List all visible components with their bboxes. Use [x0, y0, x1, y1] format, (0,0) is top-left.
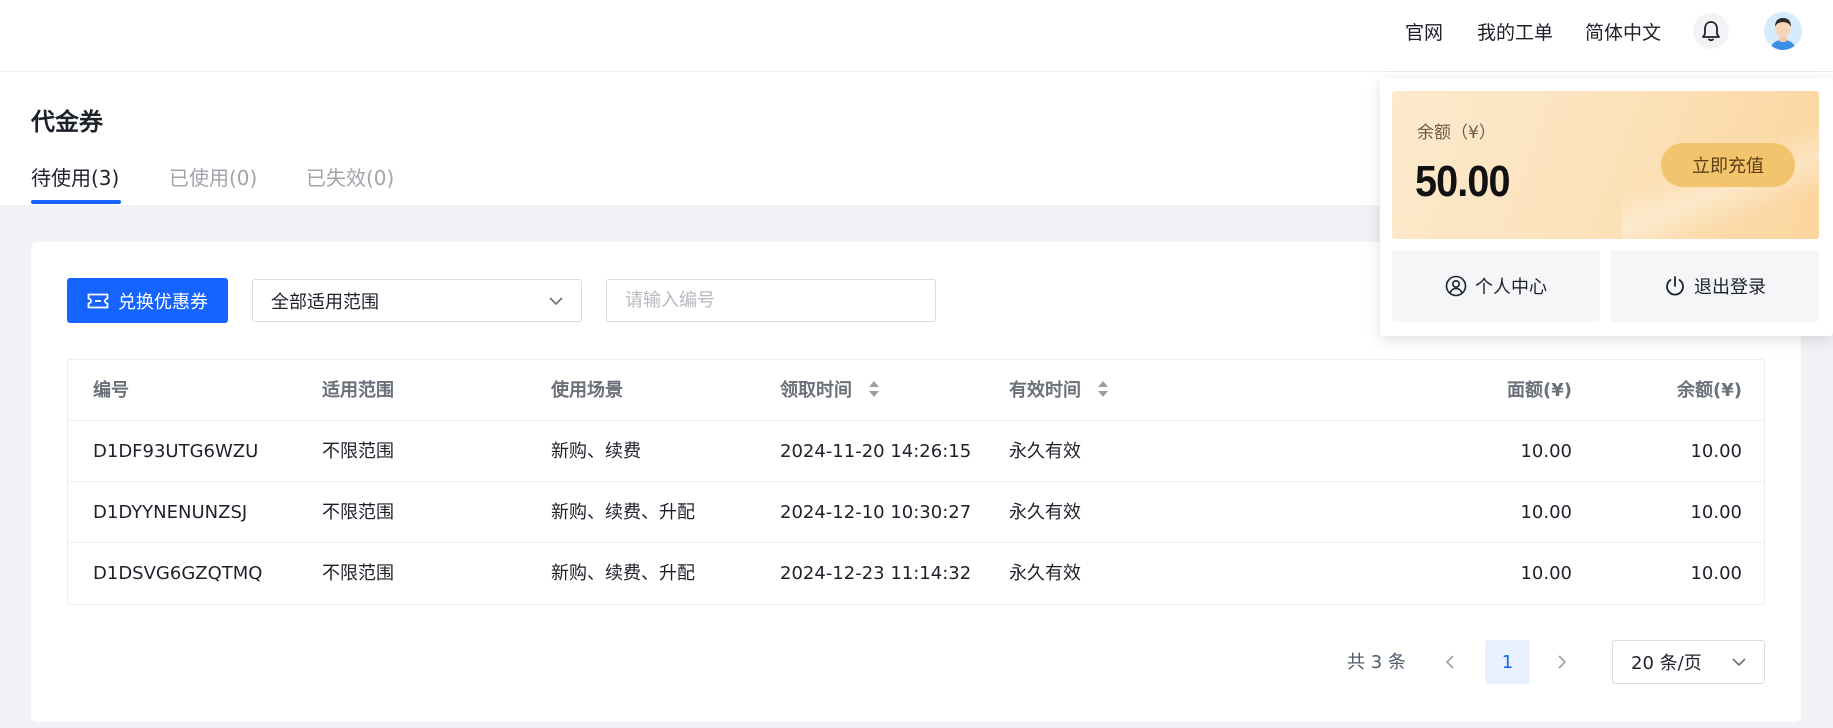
chevron-down-icon [549, 296, 563, 305]
chevron-right-icon [1558, 655, 1566, 669]
balance-amount: 50.00 [1415, 157, 1510, 206]
tab-pending[interactable]: 待使用(3) [31, 162, 119, 191]
header-number: 编号 [93, 380, 129, 401]
header-scope: 适用范围 [322, 380, 394, 401]
cell-claim-time: 2024-11-20 14:26:15 [780, 441, 972, 462]
cell-number: D1DF93UTG6WZU [93, 441, 259, 462]
avatar-icon [1764, 12, 1802, 50]
balance-label: 余额（¥） [1417, 123, 1496, 143]
cell-scope: 不限范围 [322, 441, 394, 462]
pagination-total: 共 3 条 [1347, 652, 1406, 673]
nav-link-my-tickets[interactable]: 我的工单 [1477, 18, 1553, 45]
table-row: D1DSVG6GZQTMQ 不限范围 新购、续费、升配 2024-12-23 1… [68, 543, 1764, 604]
page-number-current[interactable]: 1 [1485, 640, 1530, 684]
header-face-value: 面额(¥) [1507, 380, 1572, 401]
header-balance: 余额(¥) [1677, 380, 1742, 401]
table-row: D1DYYNENUNZSJ 不限范围 新购、续费、升配 2024-12-10 1… [68, 482, 1764, 543]
tab-used[interactable]: 已使用(0) [169, 162, 257, 191]
cell-scenario: 新购、续费、升配 [551, 502, 695, 523]
nav-link-official-site[interactable]: 官网 [1405, 18, 1443, 45]
notification-button[interactable] [1693, 13, 1729, 49]
header-claim-time-label: 领取时间 [780, 380, 852, 401]
scope-select[interactable]: 全部适用范围 [252, 279, 582, 322]
active-tab-indicator [31, 200, 121, 204]
chevron-left-icon [1446, 655, 1454, 669]
language-switcher[interactable]: 简体中文 [1585, 18, 1661, 45]
cell-face-value: 10.00 [1520, 563, 1572, 584]
sort-icon[interactable] [868, 380, 880, 398]
header-claim-time[interactable]: 领取时间 [780, 360, 880, 421]
page-title: 代金券 [31, 108, 103, 136]
user-avatar[interactable] [1764, 12, 1802, 50]
bell-icon [1702, 21, 1720, 42]
cell-number: D1DYYNENUNZSJ [93, 502, 248, 523]
cell-balance: 10.00 [1690, 502, 1742, 523]
cell-valid-time: 永久有效 [1009, 441, 1081, 462]
redeem-voucher-button[interactable]: 兑换优惠券 [67, 278, 228, 323]
cell-scenario: 新购、续费 [551, 441, 641, 462]
cell-face-value: 10.00 [1520, 441, 1572, 462]
sort-icon[interactable] [1097, 380, 1109, 398]
ticket-icon [87, 293, 109, 308]
cell-scenario: 新购、续费、升配 [551, 563, 695, 584]
header-scenario: 使用场景 [551, 380, 623, 401]
chevron-down-icon [1732, 658, 1746, 666]
user-menu-popover: 余额（¥） 50.00 立即充值 个人中心 退出登录 [1380, 78, 1833, 336]
page-size-value: 20 条/页 [1631, 653, 1702, 674]
table-row: D1DF93UTG6WZU 不限范围 新购、续费 2024-11-20 14:2… [68, 421, 1764, 482]
cell-claim-time: 2024-12-10 10:30:27 [780, 502, 972, 523]
voucher-number-search-input[interactable] [606, 279, 936, 322]
tab-expired[interactable]: 已失效(0) [306, 162, 394, 191]
logout-button[interactable]: 退出登录 [1611, 250, 1819, 322]
user-circle-icon [1445, 275, 1467, 297]
cell-number: D1DSVG6GZQTMQ [93, 563, 263, 584]
profile-center-label: 个人中心 [1475, 277, 1547, 298]
prev-page-button[interactable] [1428, 640, 1472, 684]
scope-select-value: 全部适用范围 [271, 291, 379, 313]
power-icon [1666, 276, 1684, 296]
profile-center-button[interactable]: 个人中心 [1392, 250, 1600, 322]
logout-label: 退出登录 [1694, 277, 1766, 298]
cell-scope: 不限范围 [322, 563, 394, 584]
cell-balance: 10.00 [1690, 563, 1742, 584]
cell-valid-time: 永久有效 [1009, 502, 1081, 523]
cell-scope: 不限范围 [322, 502, 394, 523]
recharge-button[interactable]: 立即充值 [1661, 143, 1795, 187]
balance-panel: 余额（¥） 50.00 立即充值 [1392, 91, 1819, 239]
table-header-row: 编号 适用范围 使用场景 领取时间 有效时间 面额(¥) 余额(¥) [68, 360, 1764, 421]
redeem-voucher-label: 兑换优惠券 [118, 291, 208, 313]
header-valid-time[interactable]: 有效时间 [1009, 360, 1109, 421]
cell-balance: 10.00 [1690, 441, 1742, 462]
cell-face-value: 10.00 [1520, 502, 1572, 523]
next-page-button[interactable] [1540, 640, 1584, 684]
page-size-select[interactable]: 20 条/页 [1612, 640, 1765, 684]
header-valid-time-label: 有效时间 [1009, 380, 1081, 401]
cell-valid-time: 永久有效 [1009, 563, 1081, 584]
cell-claim-time: 2024-12-23 11:14:32 [780, 563, 972, 584]
voucher-table: 编号 适用范围 使用场景 领取时间 有效时间 面额(¥) 余额(¥) D1DF9… [67, 359, 1765, 605]
top-navbar: 官网 我的工单 简体中文 [0, 0, 1833, 72]
